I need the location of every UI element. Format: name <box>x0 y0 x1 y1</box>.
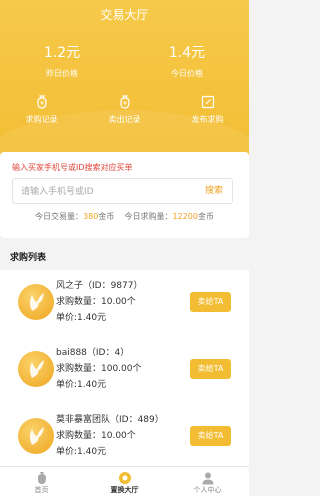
search-hint: 输入买家手机号或ID搜索对应买单 <box>12 163 133 172</box>
demand-value: 12200 <box>172 212 198 221</box>
volume-label: 今日交易量： <box>35 212 84 221</box>
list-item: bai888（ID：4） 求购数量：100.00个 单价:1.40元 卖给TA <box>0 337 249 405</box>
buyer-name: 莫非暴富团队（ID：489） <box>56 415 164 425</box>
tab-profile[interactable]: 个人中心 <box>166 470 249 495</box>
money-bag-icon <box>0 470 83 484</box>
tab-exchange-hall-label: 置换大厅 <box>110 486 139 494</box>
trade-stats: 今日交易量：380金币 今日求购量：12200金币 <box>0 211 249 222</box>
unit-price: 单价:1.40元 <box>56 380 107 390</box>
search-input[interactable] <box>21 183 181 201</box>
demand-unit: 金币 <box>197 212 214 221</box>
unit-price: 单价:1.40元 <box>56 313 107 323</box>
today-price-label: 今日价格 <box>171 69 203 78</box>
buy-quantity: 求购数量：10.00个 <box>56 297 136 307</box>
list-item: 莫非暴富团队（ID：489） 求购数量：10.00个 单价:1.40元 卖给TA <box>0 404 249 472</box>
publish-purchase-button[interactable]: 发布求购 <box>166 94 249 125</box>
buy-quantity: 求购数量：10.00个 <box>56 431 136 441</box>
tab-exchange-hall[interactable]: 置换大厅 <box>83 470 166 495</box>
purchase-records-button[interactable]: ¥ 求购记录 <box>0 94 83 125</box>
svg-text:¥: ¥ <box>40 101 44 108</box>
sell-records-label: 卖出记录 <box>108 115 141 124</box>
buyer-name: bai888（ID：4） <box>56 348 130 358</box>
yesterday-price-label: 昨日价格 <box>46 69 78 78</box>
page-title: 交易大厅 <box>100 8 149 22</box>
sell-to-buyer-button[interactable]: 卖给TA <box>190 426 231 446</box>
user-icon <box>166 470 249 485</box>
search-card: 输入买家手机号或ID搜索对应买单 搜索 今日交易量：380金币 今日求购量：12… <box>0 152 249 238</box>
svg-text:¥: ¥ <box>123 101 127 108</box>
search-button[interactable]: 搜索 <box>196 179 232 203</box>
search-box: 搜索 <box>12 178 233 204</box>
tab-home-label: 首页 <box>34 486 49 494</box>
exchange-icon <box>83 470 166 484</box>
sell-to-buyer-button[interactable]: 卖给TA <box>190 292 231 312</box>
demand-label: 今日求购量： <box>124 212 173 221</box>
wing-icon <box>30 293 44 311</box>
buyer-name: 风之子（ID：9877） <box>56 281 143 291</box>
sell-to-buyer-button[interactable]: 卖给TA <box>190 359 231 379</box>
purchase-records-label: 求购记录 <box>25 115 58 124</box>
yesterday-price-value: 1.2元 <box>43 45 81 61</box>
list-title: 求购列表 <box>10 253 47 263</box>
list-item: 风之子（ID：9877） 求购数量：10.00个 单价:1.40元 卖给TA <box>0 270 249 338</box>
wing-icon <box>30 360 44 378</box>
edit-icon <box>166 94 249 110</box>
sell-records-button[interactable]: ¥ 卖出记录 <box>83 94 166 125</box>
buy-quantity: 求购数量：100.00个 <box>56 364 142 374</box>
tab-home[interactable]: 首页 <box>0 470 83 495</box>
wing-icon <box>30 427 44 445</box>
tab-profile-label: 个人中心 <box>193 486 222 494</box>
money-bag-icon: ¥ <box>83 94 166 110</box>
today-price: 1.4元 今日价格 <box>125 42 249 79</box>
publish-purchase-label: 发布求购 <box>191 115 224 124</box>
avatar <box>18 284 54 320</box>
quick-actions: ¥ 求购记录 ¥ 卖出记录 发布求购 <box>0 94 249 128</box>
volume-value: 380 <box>83 212 99 221</box>
bottom-tab-bar: 首页 置换大厅 个人中心 <box>0 466 249 496</box>
volume-unit: 金币 <box>98 212 115 221</box>
header-banner: 交易大厅 1.2元 昨日价格 1.4元 今日价格 ¥ 求购记录 ¥ 卖出记录 发… <box>0 0 249 170</box>
unit-price: 单价:1.40元 <box>56 447 107 457</box>
yesterday-price: 1.2元 昨日价格 <box>0 42 124 79</box>
avatar <box>18 418 54 454</box>
money-bag-icon: ¥ <box>0 94 83 110</box>
avatar <box>18 351 54 387</box>
today-price-value: 1.4元 <box>168 45 206 61</box>
